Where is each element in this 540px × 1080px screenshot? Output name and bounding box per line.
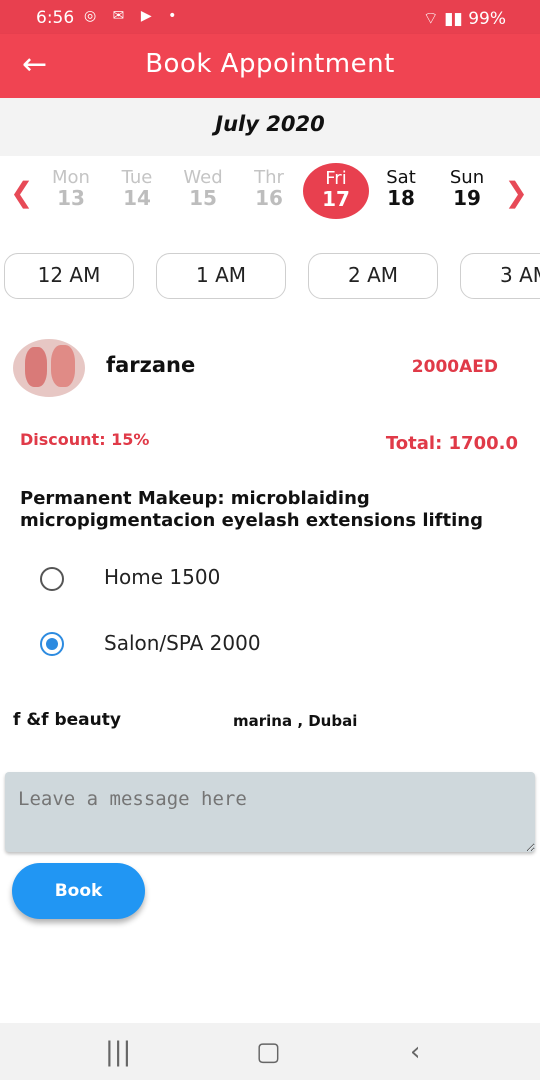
day-name: Sun bbox=[449, 167, 485, 188]
battery-level: 99% bbox=[468, 9, 506, 29]
back-icon[interactable]: ‹ bbox=[410, 1037, 420, 1067]
day-thr[interactable]: Thr 16 bbox=[239, 167, 299, 210]
day-name: Fri bbox=[325, 168, 347, 189]
salon-location: marina , Dubai bbox=[233, 712, 358, 730]
time-slot[interactable]: 12 AM bbox=[4, 253, 134, 299]
day-tue[interactable]: Tue 14 bbox=[107, 167, 167, 210]
page-title: Book Appointment bbox=[145, 49, 395, 79]
day-name: Sat bbox=[386, 167, 416, 188]
day-date: 14 bbox=[123, 186, 151, 210]
month-label: July 2020 bbox=[215, 112, 325, 136]
book-button[interactable]: Book bbox=[12, 863, 145, 919]
time-slot-list: 12 AM 1 AM 2 AM 3 AM bbox=[0, 253, 540, 301]
salon-name: f &f beauty bbox=[13, 710, 121, 730]
day-name: Thr bbox=[254, 167, 284, 188]
total-label: Total: 1700.0 bbox=[385, 433, 518, 454]
status-bar: 6:56 ◎ ✉ ▶ • ⌔ ▮▮ 99% bbox=[0, 0, 540, 34]
month-header: July 2020 bbox=[0, 98, 540, 156]
message-input[interactable] bbox=[5, 772, 535, 852]
salon-radio[interactable] bbox=[40, 632, 64, 656]
day-sun[interactable]: Sun 19 bbox=[437, 167, 497, 210]
app-bar: ← Book Appointment bbox=[0, 34, 540, 98]
day-wed[interactable]: Wed 15 bbox=[173, 167, 233, 210]
day-name: Mon bbox=[52, 167, 90, 188]
day-date: 16 bbox=[255, 186, 283, 210]
discount-label: Discount: 15% bbox=[20, 430, 150, 449]
chevron-left-icon[interactable]: ❮ bbox=[10, 176, 33, 209]
home-option-label[interactable]: Home 1500 bbox=[104, 565, 220, 589]
day-name: Wed bbox=[183, 167, 223, 188]
notification-icons: ◎ ✉ ▶ • bbox=[84, 8, 183, 24]
day-date: 17 bbox=[322, 187, 350, 211]
recents-icon[interactable]: ||| bbox=[105, 1037, 131, 1067]
service-title: Permanent Makeup: microblaiding micropig… bbox=[20, 488, 483, 531]
home-radio[interactable] bbox=[40, 567, 64, 591]
chevron-right-icon[interactable]: ❯ bbox=[505, 176, 528, 209]
time-slot[interactable]: 3 AM bbox=[460, 253, 540, 299]
day-date: 19 bbox=[453, 186, 481, 210]
day-date: 13 bbox=[57, 186, 85, 210]
time-slot[interactable]: 2 AM bbox=[308, 253, 438, 299]
signal-icon: ▮▮ bbox=[444, 9, 463, 29]
day-fri-selected[interactable]: Fri 17 bbox=[303, 163, 369, 219]
day-date: 15 bbox=[189, 186, 217, 210]
salon-option-label[interactable]: Salon/SPA 2000 bbox=[104, 631, 261, 655]
status-time: 6:56 bbox=[36, 8, 75, 28]
wifi-icon: ⌔ bbox=[422, 9, 439, 29]
provider-name: farzane bbox=[106, 353, 196, 377]
day-mon[interactable]: Mon 13 bbox=[41, 167, 101, 210]
day-sat[interactable]: Sat 18 bbox=[371, 167, 431, 210]
system-nav-bar: ||| ▢ ‹ bbox=[0, 1023, 540, 1080]
time-slot[interactable]: 1 AM bbox=[156, 253, 286, 299]
avatar bbox=[13, 339, 85, 397]
status-right: ⌔ ▮▮ 99% bbox=[423, 8, 506, 29]
day-date: 18 bbox=[387, 186, 415, 210]
home-icon[interactable]: ▢ bbox=[256, 1037, 281, 1067]
day-name: Tue bbox=[121, 167, 153, 188]
provider-price: 2000AED bbox=[411, 357, 498, 377]
